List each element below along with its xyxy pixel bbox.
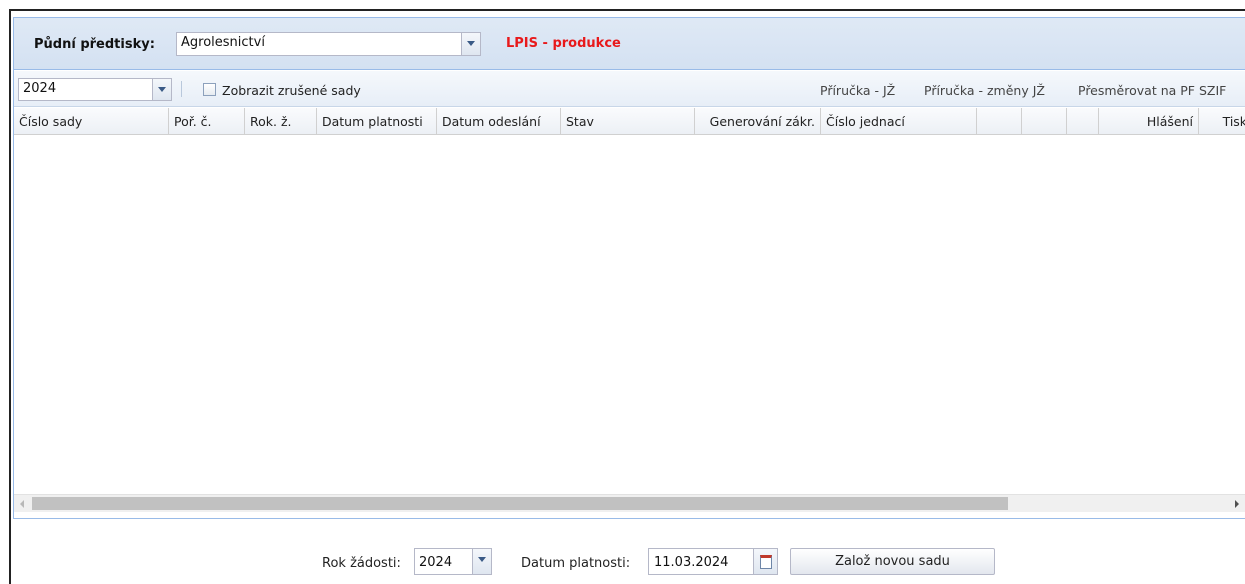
scroll-right-icon[interactable] xyxy=(1228,495,1245,512)
chevron-down-icon[interactable] xyxy=(152,79,171,100)
datum-platnosti-label: Datum platnosti: xyxy=(521,556,631,571)
panel-header: Půdní předtisky: Agrolesnictví LPIS - pr… xyxy=(14,18,1245,70)
datum-platnosti-field[interactable]: 11.03.2024 xyxy=(648,548,778,575)
col-blank-1[interactable] xyxy=(977,108,1022,134)
grid-header: Číslo sady Poř. č. Rok. ž. Datum platnos… xyxy=(14,108,1245,135)
toolbar-separator xyxy=(181,81,182,97)
redirect-pf-szif-link[interactable]: Přesměrovat na PF SZIF xyxy=(1078,83,1226,98)
predtisk-type-select[interactable]: Agrolesnictví xyxy=(176,32,481,56)
col-blank-2[interactable] xyxy=(1022,108,1067,134)
col-por-c[interactable]: Poř. č. xyxy=(169,108,245,134)
pudni-predtisky-label: Půdní předtisky: xyxy=(34,37,155,52)
footer-year-select[interactable]: 2024 xyxy=(414,548,492,575)
col-blank-3[interactable] xyxy=(1067,108,1099,134)
scrollbar-thumb[interactable] xyxy=(32,497,1008,510)
col-tisky[interactable]: Tisky xyxy=(1199,108,1245,134)
datum-platnosti-value: 11.03.2024 xyxy=(654,555,729,570)
col-stav[interactable]: Stav xyxy=(561,108,695,134)
year-select[interactable]: 2024 xyxy=(18,78,172,101)
horizontal-scrollbar[interactable] xyxy=(14,494,1245,512)
col-generovani-zakr[interactable]: Generování zákr. xyxy=(695,108,821,134)
rok-zadosti-label: Rok žádosti: xyxy=(322,556,401,571)
predtisk-type-value: Agrolesnictví xyxy=(181,35,265,50)
scroll-left-icon[interactable] xyxy=(14,495,31,512)
show-cancelled-label[interactable]: Zobrazit zrušené sady xyxy=(222,83,361,98)
col-cislo-jednaci[interactable]: Číslo jednací xyxy=(821,108,977,134)
predtisky-panel: Půdní předtisky: Agrolesnictví LPIS - pr… xyxy=(13,17,1245,519)
col-datum-platnosti[interactable]: Datum platnosti xyxy=(317,108,437,134)
chevron-down-icon[interactable] xyxy=(472,549,491,574)
col-rok-z[interactable]: Rok. ž. xyxy=(245,108,317,134)
manual-changes-jz-link[interactable]: Příručka - změny JŽ xyxy=(924,83,1045,98)
grid-toolbar: 2024 Zobrazit zrušené sady Příručka - JŽ… xyxy=(14,71,1245,107)
lpis-produkce-link[interactable]: LPIS - produkce xyxy=(506,36,621,51)
calendar-icon[interactable] xyxy=(753,549,777,574)
col-datum-odeslani[interactable]: Datum odeslání xyxy=(437,108,561,134)
col-hlaseni[interactable]: Hlášení xyxy=(1099,108,1199,134)
year-select-value: 2024 xyxy=(23,81,57,96)
col-cislo-sady[interactable]: Číslo sady xyxy=(14,108,169,134)
show-cancelled-checkbox[interactable] xyxy=(203,83,216,96)
footer-year-value: 2024 xyxy=(419,555,453,570)
chevron-down-icon[interactable] xyxy=(461,33,480,55)
grid-body[interactable] xyxy=(14,136,1245,494)
manual-jz-link[interactable]: Příručka - JŽ xyxy=(820,83,895,98)
create-new-set-button[interactable]: Založ novou sadu xyxy=(790,548,995,575)
